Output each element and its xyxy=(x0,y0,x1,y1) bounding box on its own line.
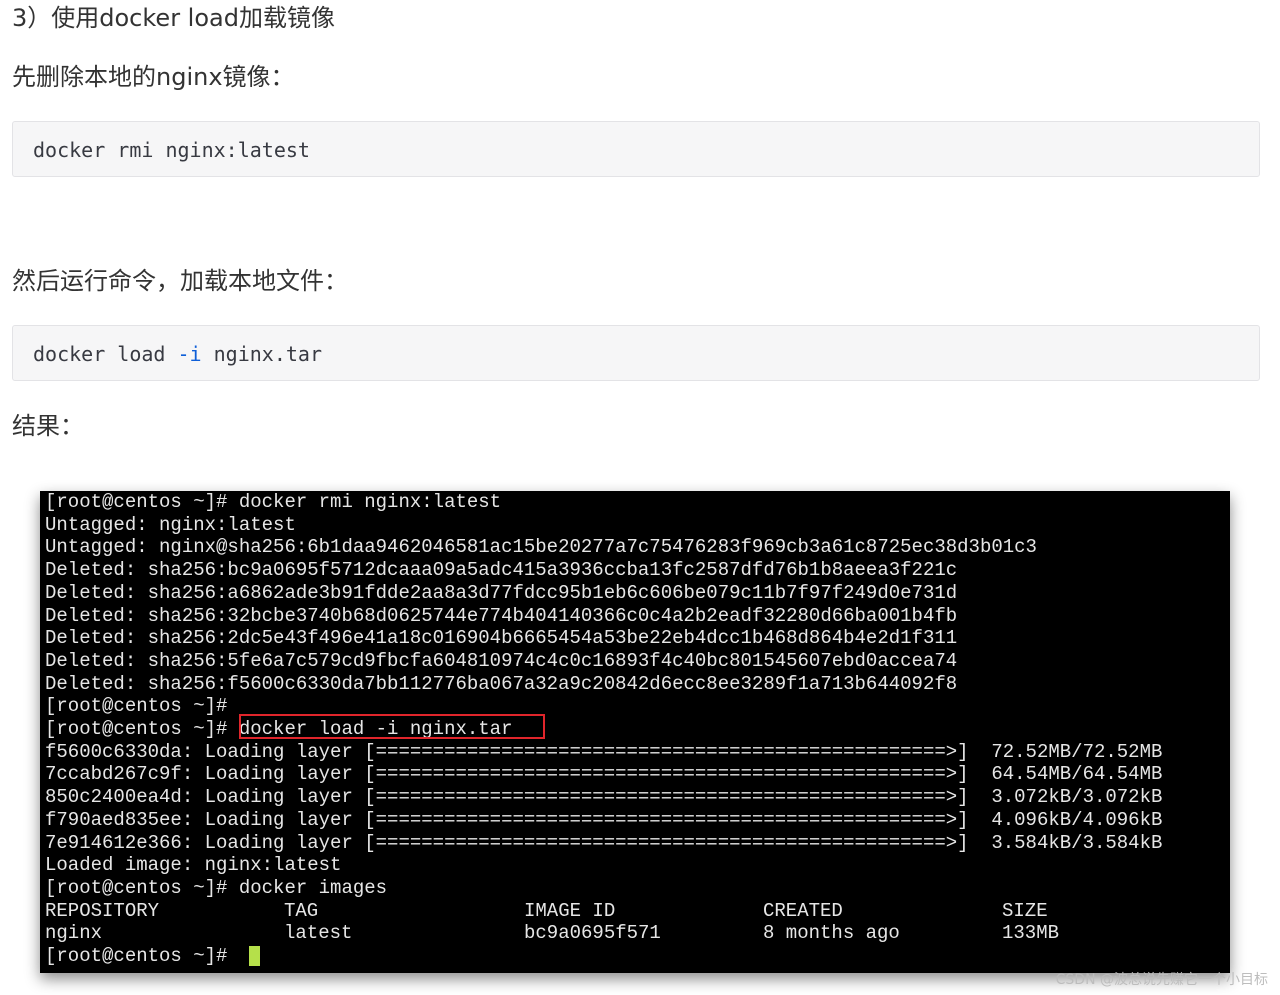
terminal-line: Deleted: sha256:a6862ade3b91fdde2aa8a3d7… xyxy=(45,581,958,604)
terminal-line: 7ccabd267c9f: Loading layer [===========… xyxy=(45,763,1163,786)
col-header-created: CREATED xyxy=(763,899,843,922)
terminal-cursor xyxy=(249,946,260,966)
col-header-tag: TAG xyxy=(284,899,319,922)
cell-created: 8 months ago xyxy=(763,922,900,945)
step-heading: 3）使用docker load加载镜像 xyxy=(12,4,335,32)
terminal-line: [root@centos ~]# docker rmi nginx:latest xyxy=(45,491,502,513)
result-heading: 结果： xyxy=(12,412,84,440)
load-command-end: nginx.tar xyxy=(201,342,323,366)
terminal-line: Deleted: sha256:5fe6a7c579cd9fbcfa604810… xyxy=(45,649,958,672)
cell-tag: latest xyxy=(284,922,353,945)
load-code-block: docker load -i nginx.tar xyxy=(12,325,1260,381)
col-header-size: SIZE xyxy=(1002,899,1048,922)
terminal-line: Untagged: nginx@sha256:6b1daa9462046581a… xyxy=(45,536,1037,559)
terminal-line: Untagged: nginx:latest xyxy=(45,513,296,536)
cell-image-id: bc9a0695f571 xyxy=(524,922,661,945)
terminal-line: Deleted: sha256:32bcbe3740b68d0625744e77… xyxy=(45,604,958,627)
remove-heading: 先删除本地的nginx镜像： xyxy=(12,63,295,91)
load-command-start: docker load xyxy=(33,342,178,366)
terminal-line: f5600c6330da: Loading layer [===========… xyxy=(45,740,1163,763)
load-command-flag: -i xyxy=(177,342,202,366)
terminal-line: f790aed835ee: Loading layer [===========… xyxy=(45,808,1163,831)
final-prompt: [root@centos ~]# xyxy=(45,945,239,967)
load-command: docker load -i nginx.tar xyxy=(33,342,322,366)
terminal-line: 7e914612e366: Loading layer [===========… xyxy=(45,831,1163,854)
terminal-line: [root@centos ~]# docker images xyxy=(45,876,388,899)
terminal-screenshot: [root@centos ~]# docker rmi nginx:latest… xyxy=(40,491,1230,973)
terminal-line: Deleted: sha256:2dc5e43f496e41a18c016904… xyxy=(45,627,958,650)
cell-repository: nginx xyxy=(45,922,103,945)
col-header-repository: REPOSITORY xyxy=(45,899,160,922)
watermark: CSDN @波总说先赚它一个小目标 xyxy=(1055,972,1268,988)
terminal-line: [root@centos ~]# xyxy=(45,695,228,718)
cell-size: 133MB xyxy=(1002,922,1060,945)
terminal-line: Loaded image: nginx:latest xyxy=(45,854,342,877)
highlight-box xyxy=(239,714,545,739)
col-header-image-id: IMAGE ID xyxy=(524,899,616,922)
terminal-line: 850c2400ea4d: Loading layer [===========… xyxy=(45,786,1163,809)
terminal-line: Deleted: sha256:bc9a0695f5712dcaaa09a5ad… xyxy=(45,559,958,582)
terminal-line: Deleted: sha256:f5600c6330da7bb112776ba0… xyxy=(45,672,958,695)
load-heading: 然后运行命令，加载本地文件： xyxy=(12,267,348,295)
remove-code-block: docker rmi nginx:latest xyxy=(12,121,1260,177)
remove-command: docker rmi nginx:latest xyxy=(33,138,310,162)
